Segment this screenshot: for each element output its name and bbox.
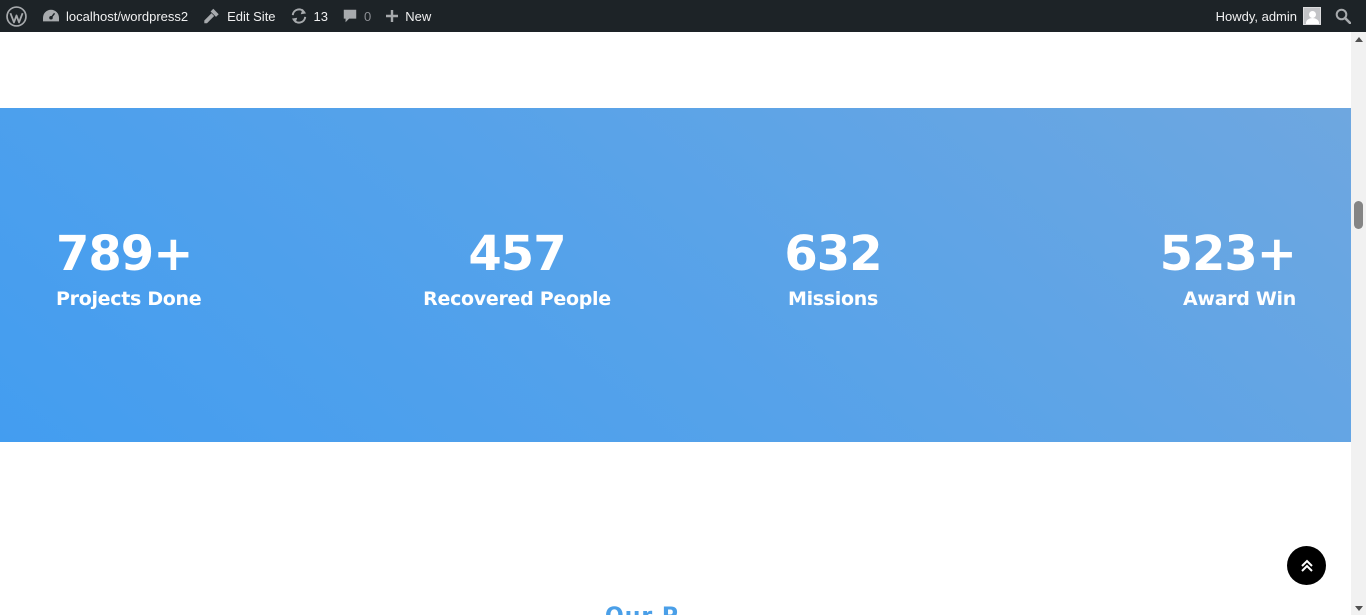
page-content: 789+ Projects Done 457 Recovered People …	[0, 32, 1351, 615]
admin-bar-secondary: Howdy, admin	[1209, 0, 1351, 32]
page-scrollbar[interactable]	[1351, 32, 1366, 615]
new-content-label: New	[405, 8, 432, 24]
admin-bar-search[interactable]	[1335, 0, 1351, 32]
brush-icon	[204, 8, 219, 24]
wordpress-logo-icon	[6, 5, 27, 27]
account-menu[interactable]: Howdy, admin	[1209, 0, 1321, 32]
counter-value: 789+	[56, 226, 193, 282]
site-name-link[interactable]: localhost/wordpress2	[35, 0, 195, 32]
edit-site-label: Edit Site	[227, 8, 276, 24]
comments-count: 0	[364, 8, 372, 24]
scroll-down-arrow[interactable]	[1351, 601, 1366, 615]
new-content-link[interactable]: New	[378, 0, 438, 32]
avatar	[1303, 7, 1321, 25]
counter-award-win: 523+ Award Win	[1096, 226, 1297, 312]
updates-count: 13	[313, 8, 329, 24]
counter-recovered-people: 457 Recovered People	[417, 226, 617, 312]
comment-icon	[343, 9, 357, 23]
back-to-top-button[interactable]	[1287, 546, 1326, 585]
counter-value: 632	[784, 226, 882, 282]
updates-icon	[291, 8, 306, 24]
edit-site-link[interactable]: Edit Site	[195, 0, 282, 32]
double-chevron-up-icon	[1300, 559, 1313, 572]
scrollbar-thumb[interactable]	[1354, 201, 1363, 229]
next-section-heading: Our P	[605, 604, 679, 615]
counter-section: 789+ Projects Done 457 Recovered People …	[0, 108, 1351, 442]
counter-caption: Projects Done	[56, 288, 202, 310]
dashboard-icon	[43, 9, 59, 22]
counter-projects-done: 789+ Projects Done	[56, 226, 256, 312]
comments-link[interactable]: 0	[335, 0, 378, 32]
counter-caption: Missions	[787, 288, 879, 310]
admin-bar: localhost/wordpress2 Edit Site 13 0 New …	[0, 0, 1366, 32]
triangle-up-icon	[1354, 36, 1363, 42]
site-name-label: localhost/wordpress2	[66, 8, 189, 24]
counter-missions: 632 Missions	[733, 226, 933, 312]
scroll-up-arrow[interactable]	[1351, 32, 1366, 46]
updates-link[interactable]: 13	[283, 0, 335, 32]
counter-caption: Recovered People	[423, 288, 611, 310]
account-greeting: Howdy, admin	[1215, 8, 1297, 24]
counter-value: 457	[468, 226, 566, 282]
triangle-down-icon	[1354, 605, 1363, 611]
counter-value: 523+	[1159, 226, 1297, 282]
counter-caption: Award Win	[1183, 288, 1296, 310]
plus-icon	[386, 10, 399, 22]
wordpress-menu[interactable]	[0, 0, 35, 32]
search-icon	[1335, 8, 1351, 24]
